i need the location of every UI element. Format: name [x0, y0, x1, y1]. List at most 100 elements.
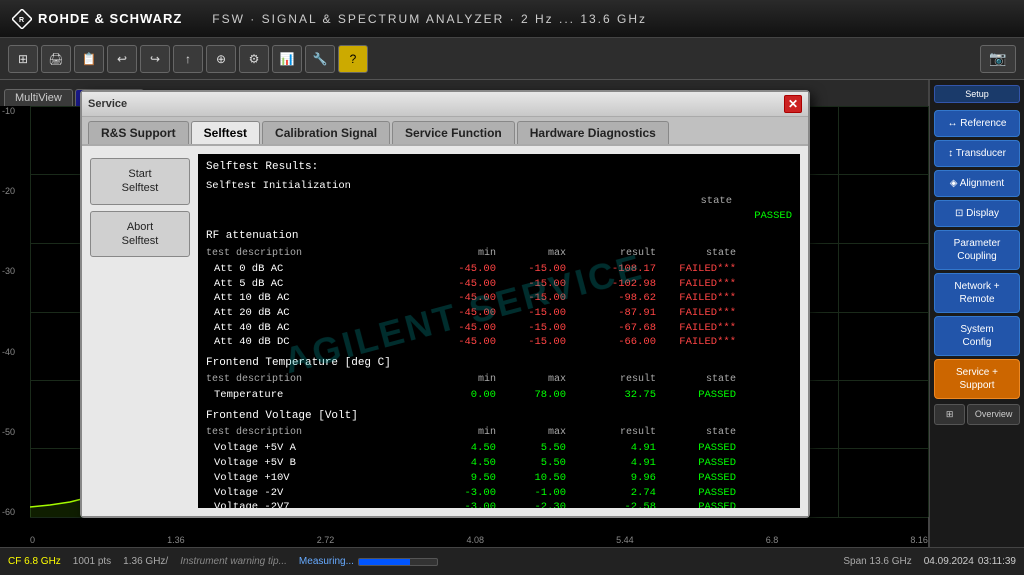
measuring-text: Measuring... — [299, 556, 354, 567]
abort-selftest-button[interactable]: AbortSelftest — [90, 211, 190, 258]
table-row: Voltage +10V 9.50 10.50 9.96 PASSED — [206, 471, 792, 486]
table-row: Voltage -2V7 -3.00 -2.30 -2.58 PASSED — [206, 500, 792, 508]
cf-value: CF 6.8 GHz — [8, 556, 61, 567]
main-area: MultiView Spectrum Service BRW: 3 MHz — [0, 80, 1024, 547]
init-state-value: PASSED — [206, 209, 792, 224]
svg-text:R: R — [19, 17, 25, 24]
freq-4: 5.44 — [616, 535, 634, 545]
device-info: FSW · SIGNAL & SPECTRUM ANALYZER · 2 Hz … — [212, 12, 647, 26]
toolbar-btn-redo[interactable]: ↪ — [140, 45, 170, 73]
init-text: Selftest Initialization — [206, 179, 792, 194]
freq-1: 1.36 — [167, 535, 185, 545]
table-row: Att 0 dB AC -45.00 -15.00 -108.17 FAILED… — [206, 262, 792, 277]
freq-3: 4.08 — [466, 535, 484, 545]
overview-button[interactable]: Overview — [967, 404, 1020, 425]
tab-selftest[interactable]: Selftest — [191, 121, 260, 144]
table-row: Att 20 dB AC -45.00 -15.00 -87.91 FAILED… — [206, 306, 792, 321]
progress-bar — [358, 558, 438, 566]
results-title: Selftest Results: — [206, 160, 792, 175]
pts-value: 1001 pts — [73, 556, 111, 567]
time-value: 03:11:39 — [978, 556, 1016, 567]
warning-display: Instrument warning tip... — [180, 556, 287, 567]
modal-content: StartSelftest AbortSelftest Selftest Res… — [82, 146, 808, 516]
toolbar-btn-help[interactable]: ? — [338, 45, 368, 73]
y-label-4: -50 — [2, 427, 15, 437]
toolbar-btn-tool[interactable]: 🔧 — [305, 45, 335, 73]
modal-titlebar: Service ✕ — [82, 92, 808, 117]
init-state-row: state — [206, 194, 792, 209]
tab-hardware-diagnostics[interactable]: Hardware Diagnostics — [517, 121, 669, 144]
brand-name: ROHDE & SCHWARZ — [38, 11, 182, 26]
alignment-button[interactable]: ◈ Alignment — [934, 170, 1020, 197]
y-label-2: -30 — [2, 266, 15, 276]
y-label-3: -40 — [2, 347, 15, 357]
section-voltage: Frontend Voltage [Volt] test description… — [206, 409, 792, 508]
transducer-button[interactable]: ↕ Transducer — [934, 140, 1020, 167]
setup-button[interactable]: Setup — [934, 85, 1020, 103]
y-label-5: -60 — [2, 507, 15, 517]
modal-sidebar: StartSelftest AbortSelftest — [90, 154, 190, 508]
system-config-button[interactable]: SystemConfig — [934, 316, 1020, 356]
toolbar-btn-copy[interactable]: 📋 — [74, 45, 104, 73]
tab-rs-support[interactable]: R&S Support — [88, 121, 189, 144]
toolbar-btn-undo[interactable]: ↩ — [107, 45, 137, 73]
brand-bar: R ROHDE & SCHWARZ FSW · SIGNAL & SPECTRU… — [0, 0, 1024, 38]
table-row: Att 5 dB AC -45.00 -15.00 -102.98 FAILED… — [206, 277, 792, 292]
modal-tabs: R&S Support Selftest Calibration Signal … — [82, 117, 808, 146]
datetime-display: 04.09.2024 03:11:39 — [924, 556, 1016, 567]
results-area: Selftest Results: Selftest Initializatio… — [198, 154, 800, 508]
section-temp-title: Frontend Temperature [deg C] — [206, 356, 792, 371]
reference-button[interactable]: ↔ Reference — [934, 110, 1020, 137]
modal-close-button[interactable]: ✕ — [784, 95, 802, 113]
grid-button[interactable]: ⊞ — [934, 404, 965, 425]
section-temp: Frontend Temperature [deg C] test descri… — [206, 356, 792, 403]
toolbar-btn-settings[interactable]: ⚙ — [239, 45, 269, 73]
network-remote-button[interactable]: Network +Remote — [934, 273, 1020, 313]
toolbar-btn-print[interactable]: 🖨 — [41, 45, 71, 73]
toolbar: ⊞ 🖨 📋 ↩ ↪ ↑ ⊕ ⚙ 📊 🔧 ? 📷 — [0, 38, 1024, 80]
display-button[interactable]: ⊡ Display — [934, 200, 1020, 227]
camera-button[interactable]: 📷 — [980, 45, 1016, 73]
freq-2: 2.72 — [317, 535, 335, 545]
span-display: Span 13.6 GHz — [843, 556, 911, 567]
section-rf-atten: RF attenuation test description min max … — [206, 229, 792, 350]
y-axis: -10 -20 -30 -40 -50 -60 — [2, 106, 15, 517]
service-modal: Service ✕ R&S Support Selftest Calibrati… — [80, 90, 810, 518]
spectrum-panel: MultiView Spectrum Service BRW: 3 MHz — [0, 80, 929, 547]
date-value: 04.09.2024 — [924, 556, 974, 567]
section-rf-title: RF attenuation — [206, 229, 792, 244]
freq-0: 0 — [30, 535, 35, 545]
table-row: Att 40 dB DC -45.00 -15.00 -66.00 FAILED… — [206, 335, 792, 350]
freq-5: 6.8 — [766, 535, 779, 545]
y-label-1: -20 — [2, 186, 15, 196]
toolbar-btn-chart[interactable]: 📊 — [272, 45, 302, 73]
parameter-coupling-button[interactable]: ParameterCoupling — [934, 230, 1020, 270]
table-row: Temperature 0.00 78.00 32.75 PASSED — [206, 388, 792, 403]
toolbar-btn-windows[interactable]: ⊞ — [8, 45, 38, 73]
table-row: Att 10 dB AC -45.00 -15.00 -98.62 FAILED… — [206, 291, 792, 306]
table-row: Att 40 dB AC -45.00 -15.00 -67.68 FAILED… — [206, 321, 792, 336]
freq-labels: 0 1.36 2.72 4.08 5.44 6.8 8.16 — [30, 535, 928, 545]
brand-logo: R ROHDE & SCHWARZ — [12, 9, 182, 29]
progress-fill — [359, 559, 410, 565]
toolbar-right: 📷 — [980, 45, 1016, 73]
toolbar-btn-up[interactable]: ↑ — [173, 45, 203, 73]
cf-display: CF 6.8 GHz — [8, 556, 61, 567]
bw-display: 1.36 GHz/ — [123, 556, 168, 567]
table-row: Voltage +5V B 4.50 5.50 4.91 PASSED — [206, 456, 792, 471]
toolbar-btn-add[interactable]: ⊕ — [206, 45, 236, 73]
span-value: Span 13.6 GHz — [843, 556, 911, 567]
table-row: Voltage +5V A 4.50 5.50 4.91 PASSED — [206, 441, 792, 456]
service-support-button[interactable]: Service +Support — [934, 359, 1020, 399]
right-panel: Setup ↔ Reference ↕ Transducer ◈ Alignme… — [929, 80, 1024, 547]
pts-display: 1001 pts — [73, 556, 111, 567]
start-selftest-button[interactable]: StartSelftest — [90, 158, 190, 205]
tab-calibration[interactable]: Calibration Signal — [262, 121, 390, 144]
section-voltage-title: Frontend Voltage [Volt] — [206, 409, 792, 424]
measuring-display: Measuring... — [299, 556, 438, 567]
y-label-0: -10 — [2, 106, 15, 116]
status-bar: CF 6.8 GHz 1001 pts 1.36 GHz/ Instrument… — [0, 547, 1024, 575]
tab-service-function[interactable]: Service Function — [392, 121, 515, 144]
warning-text: Instrument warning tip... — [180, 556, 287, 567]
tab-multiview[interactable]: MultiView — [4, 89, 73, 106]
